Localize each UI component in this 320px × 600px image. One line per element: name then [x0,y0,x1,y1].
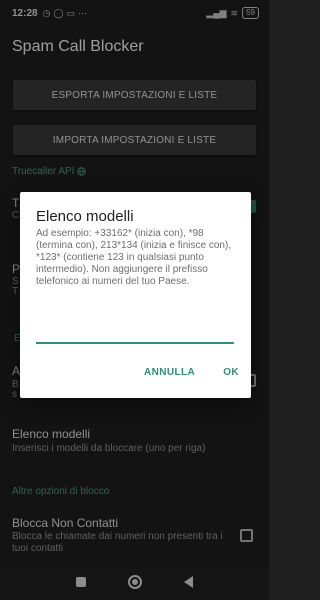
recents-button[interactable] [76,577,86,587]
navigation-bar [0,564,269,600]
dialog-title: Elenco modelli [36,208,134,225]
home-button[interactable] [128,575,142,589]
ok-button[interactable]: OK [223,367,239,378]
back-button[interactable] [184,576,193,588]
dialog-message: Ad esempio: +33162* (inizia con), *98 (t… [36,228,232,287]
patterns-input[interactable] [36,302,234,344]
dialog-actions: ANNULLA OK [144,367,239,378]
patterns-dialog: Elenco modelli Ad esempio: +33162* (iniz… [20,192,251,398]
cancel-button[interactable]: ANNULLA [144,367,195,378]
